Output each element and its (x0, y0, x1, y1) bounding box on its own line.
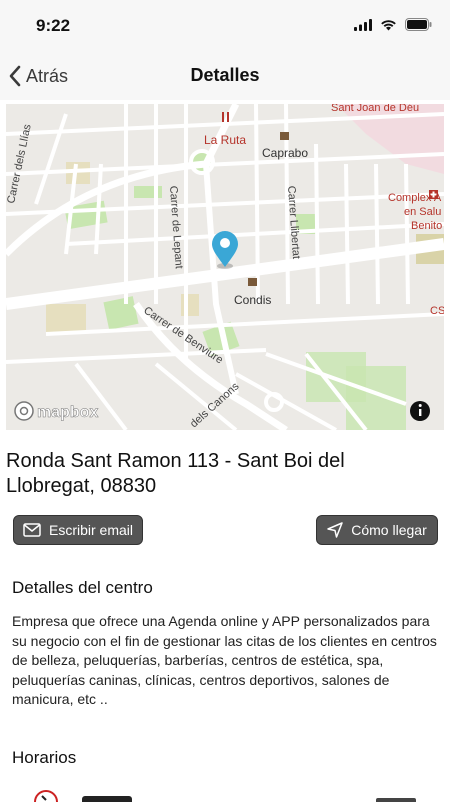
directions-button-label: Cómo llegar (351, 522, 427, 538)
directions-button[interactable]: Cómo llegar (316, 515, 438, 545)
wifi-icon (381, 19, 396, 30)
email-button-label: Escribir email (48, 522, 133, 538)
hours-value-placeholder (376, 798, 416, 802)
map-canvas[interactable]: Carrer de Lepant Carrer Llibertat Carrer… (6, 104, 444, 430)
map-label-sant-joan: Sant Joan de Déu (331, 104, 419, 114)
map-label-complex-3: Benito (411, 220, 442, 232)
mail-icon (23, 523, 41, 537)
navigation-arrow-icon (327, 522, 343, 538)
signal-icon (354, 18, 372, 31)
navigation-bar: Atrás Detalles (0, 52, 450, 100)
status-time: 9:22 (36, 16, 71, 35)
clock-icon (34, 790, 58, 802)
email-button[interactable]: Escribir email (13, 515, 143, 545)
map-label-condis: Condis (234, 293, 271, 307)
map-label-la-ruta: La Ruta (204, 133, 246, 147)
day-label-placeholder (82, 796, 132, 802)
shop-icon (280, 132, 289, 140)
details-description: Empresa que ofrece una Agenda online y A… (12, 613, 437, 708)
info-icon[interactable] (410, 401, 430, 421)
mapbox-attribution: mapbox (37, 404, 98, 421)
map-label-cs: CS (430, 305, 444, 317)
details-title: Detalles del centro (12, 578, 153, 597)
shop-icon (248, 278, 257, 286)
map-view[interactable]: Carrer de Lepant Carrer Llibertat Carrer… (6, 104, 444, 430)
map-label-complex-1: Complex A (388, 192, 442, 204)
hours-row (0, 782, 450, 802)
address-text: Ronda Sant Ramon 113 - Sant Boi del Llob… (6, 450, 345, 497)
status-icons (354, 18, 432, 31)
mapbox-logo[interactable]: mapbox (14, 401, 99, 421)
map-label-caprabo: Caprabo (262, 146, 308, 160)
battery-icon (405, 18, 432, 31)
map-label-complex-2: en Salu (404, 206, 441, 218)
hours-title: Horarios (12, 748, 77, 767)
status-bar: 9:22 (0, 0, 450, 52)
page-title: Detalles (190, 65, 260, 85)
